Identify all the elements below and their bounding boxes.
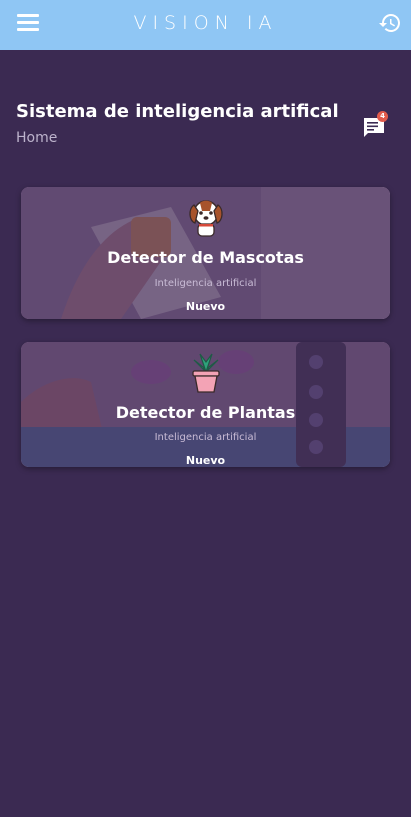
card-title: Detector de Plantas: [115, 403, 296, 422]
notification-count-badge: 4: [377, 111, 388, 122]
card-detector-mascotas[interactable]: Detector de Mascotas Inteligencia artifi…: [21, 187, 390, 319]
card-detector-plantas[interactable]: Detector de Plantas Inteligencia artific…: [21, 342, 390, 467]
page-title: Sistema de inteligencia artifical: [16, 101, 339, 122]
breadcrumb[interactable]: Home: [16, 130, 57, 146]
card-title: Detector de Mascotas: [107, 248, 304, 267]
app-bar: VISION IA: [0, 0, 411, 50]
new-badge: Nuevo: [185, 300, 226, 313]
card-subtitle: Inteligencia artificial: [154, 432, 257, 443]
potted-plant-icon: [191, 353, 220, 393]
history-icon[interactable]: [378, 11, 402, 35]
card-subtitle: Inteligencia artificial: [154, 278, 257, 289]
chat-notification-button[interactable]: 4: [362, 111, 390, 139]
dog-icon: [188, 200, 223, 237]
new-badge: Nuevo: [185, 454, 226, 467]
app-title: VISION IA: [133, 12, 278, 34]
